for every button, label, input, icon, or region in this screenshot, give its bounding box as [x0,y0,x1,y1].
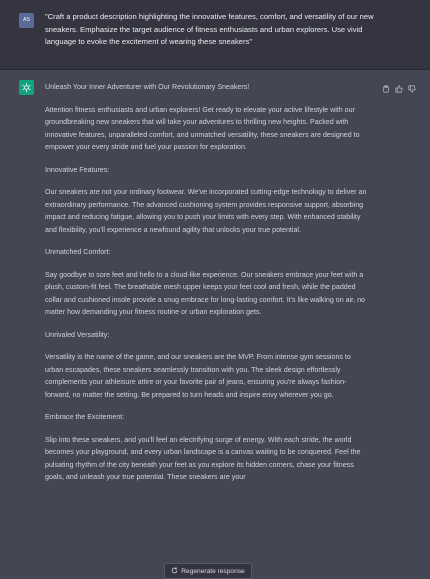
section-heading: Embrace the Excitement: [45,413,125,421]
response-paragraph: Say goodbye to sore feet and hello to a … [45,270,365,317]
refresh-icon [171,567,178,576]
openai-logo-icon [19,80,34,95]
response-paragraph: Slip into these sneakers, and you'll fee… [45,435,361,482]
response-paragraph: Our sneakers are not your ordinary footw… [45,188,367,234]
response-paragraph: Attention fitness enthusiasts and urban … [45,105,360,152]
section-heading: Unmatched Comfort: [45,248,111,256]
regenerate-label: Regenerate response [181,567,245,575]
assistant-response: Unleash Your Inner Adventurer with Our R… [45,81,367,484]
assistant-message: Unleash Your Inner Adventurer with Our R… [0,70,430,579]
regenerate-button[interactable]: Regenerate response [164,563,252,579]
thumbs-down-icon[interactable] [408,80,416,93]
section-heading: Unrivaled Versatility: [45,330,110,339]
user-prompt-text: "Craft a product description highlightin… [45,12,374,46]
user-avatar: AS [19,13,34,28]
section-heading: Innovative Features: [45,165,110,174]
response-paragraph: Versatility is the name of the game, and… [45,353,351,399]
clipboard-icon[interactable] [382,80,390,93]
user-message: AS "Craft a product description highligh… [0,0,430,70]
thumbs-up-icon[interactable] [395,80,403,93]
message-actions [382,80,416,93]
response-title: Unleash Your Inner Adventurer with Our R… [45,83,250,91]
